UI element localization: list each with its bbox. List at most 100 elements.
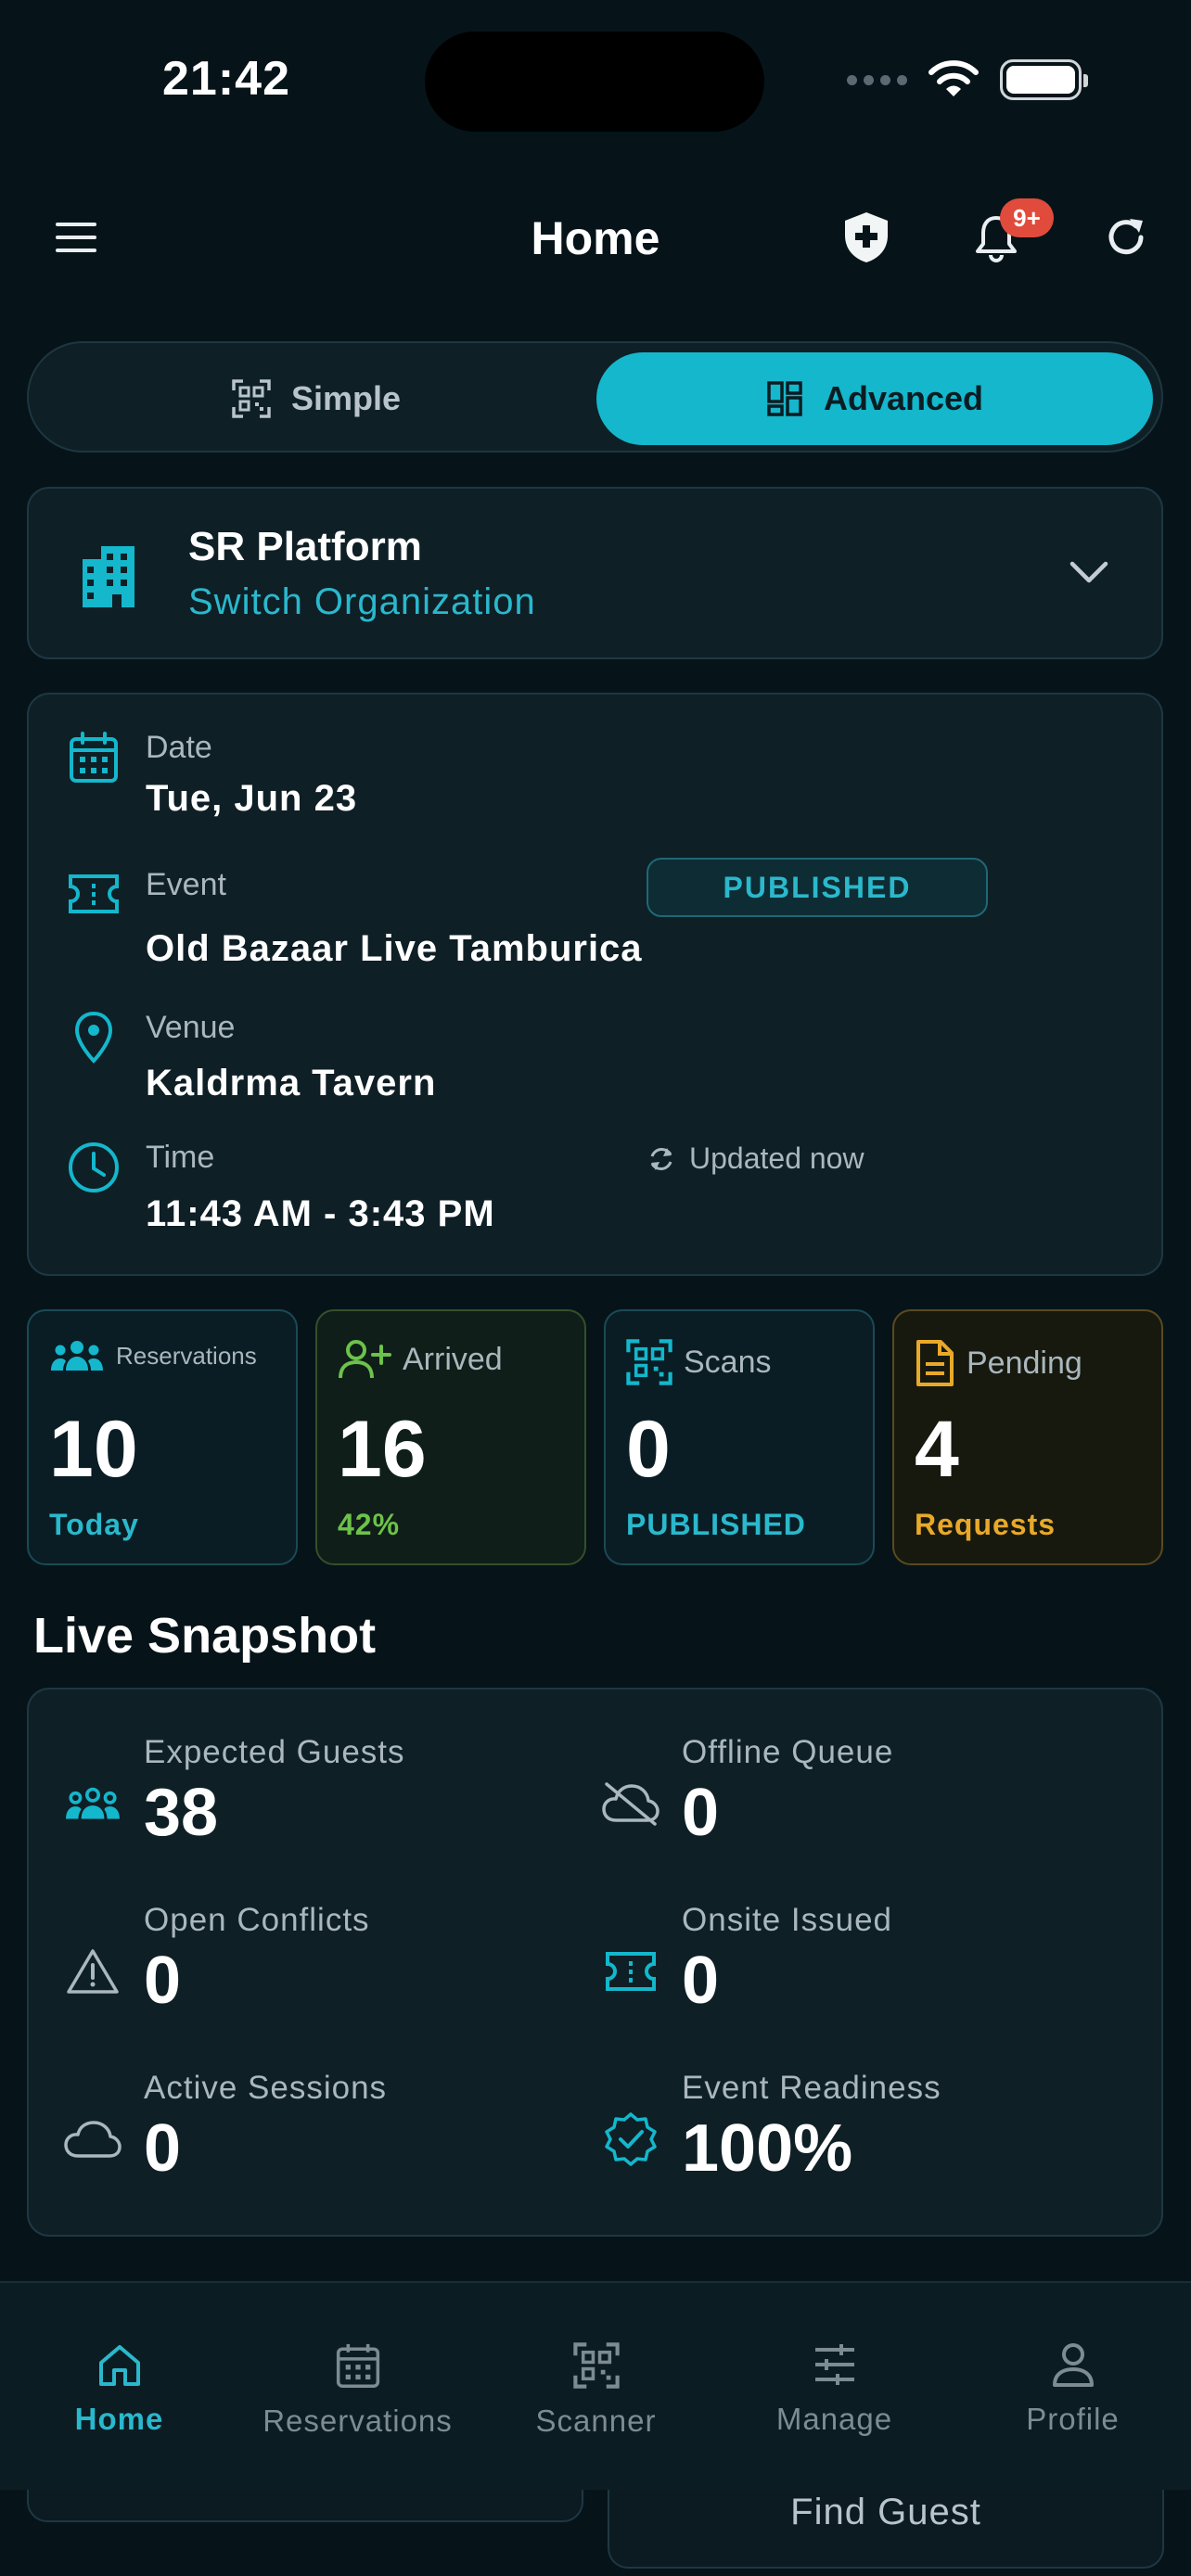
cloud-icon [62,2109,123,2170]
arrived-stat-tile[interactable]: Arrived 16 42% [315,1309,586,1565]
sync-icon [650,1147,672,1170]
qr-scan-icon [626,1339,672,1385]
home-screen: 21:42 Home 9+ Simple Advanced SR Platfor… [0,0,1191,2576]
snapshot-item: Expected Guests 38 [29,1734,548,1892]
simple-mode-label: Simple [290,379,402,417]
snapshot-value: 100% [682,2111,853,2186]
reservations-stat-tile[interactable]: Reservations 10 Today [27,1309,298,1565]
snapshot-label: Event Readiness [682,2070,941,2106]
snapshot-item: Event Readiness 100% [567,2070,1086,2227]
switch-organization-link[interactable]: Switch Organization [188,581,536,623]
snapshot-item: Offline Queue 0 [567,1734,1086,1892]
last-updated: Updated now [647,1141,864,1176]
tab-label: Scanner [535,2404,657,2438]
snapshot-label: Open Conflicts [144,1902,370,1938]
snapshot-label: Active Sessions [144,2070,388,2106]
venue-name: Kaldrma Tavern [146,1063,437,1103]
snapshot-item: Active Sessions 0 [29,2070,548,2227]
event-details-card: Date Tue, Jun 23 Event PUBLISHED Old Baz… [27,693,1163,1276]
stat-subtitle: PUBLISHED [626,1508,806,1541]
cloud-off-icon [600,1773,661,1834]
pending-stat-tile[interactable]: Pending 4 Requests [892,1309,1163,1565]
refresh-button[interactable] [1098,210,1154,265]
qr-scan-icon [572,2342,620,2389]
snapshot-item: Onsite Issued 0 [567,1902,1086,2060]
health-shield-button[interactable] [839,210,894,265]
battery-icon [1000,59,1088,100]
group-icon [62,1773,123,1834]
updated-label: Updated now [689,1141,864,1175]
stat-value: 16 [338,1405,427,1494]
tab-manage[interactable]: Manage [715,2342,954,2437]
stat-value: 10 [49,1405,138,1494]
ticket-icon [600,1941,661,2002]
snapshot-value: 38 [144,1776,219,1850]
stat-value: 0 [626,1405,671,1494]
snapshot-value: 0 [144,1944,182,2018]
dynamic-island [425,32,764,132]
advanced-mode-button[interactable]: Advanced [596,352,1153,445]
stat-label: Arrived [403,1341,503,1377]
time-value: 11:43 AM - 3:43 PM [146,1193,495,1234]
shield-plus-icon [845,212,888,262]
organization-switcher[interactable]: SR Platform Switch Organization [27,487,1163,659]
stat-value: 4 [915,1405,959,1494]
event-name: Old Bazaar Live Tamburica [146,928,643,969]
simple-mode-button[interactable]: Simple [38,352,595,445]
cellular-signal-icon [847,74,907,85]
notifications-button[interactable]: 9+ [968,198,1054,265]
tab-reservations[interactable]: Reservations [238,2342,477,2439]
calendar-icon [66,730,122,785]
tab-home[interactable]: Home [0,2342,238,2437]
date-value: Tue, Jun 23 [146,778,358,819]
refresh-icon [1108,219,1144,255]
stat-subtitle: Requests [915,1508,1057,1541]
tab-profile[interactable]: Profile [954,2342,1191,2437]
snapshot-label: Offline Queue [682,1734,894,1770]
status-bar: 21:42 [0,0,1191,158]
organization-name: SR Platform [188,524,422,569]
person-icon [1052,2343,1094,2387]
tab-scanner[interactable]: Scanner [477,2342,715,2439]
date-label: Date [146,730,212,765]
stat-label: Scans [684,1344,772,1380]
stat-label: Pending [967,1345,1082,1381]
dashboard-icon [767,381,802,416]
tab-label: Profile [1026,2402,1120,2436]
calendar-icon [336,2343,379,2389]
snapshot-value: 0 [144,2111,182,2186]
view-mode-toggle: Simple Advanced [27,341,1163,453]
stat-subtitle: 42% [338,1508,401,1541]
snapshot-label: Onsite Issued [682,1902,892,1938]
chevron-down-icon [1069,561,1108,583]
status-icons [847,59,1088,100]
notification-badge: 9+ [1000,198,1054,237]
tab-label: Home [74,2402,164,2436]
event-status-badge: PUBLISHED [647,858,988,917]
status-time: 21:42 [162,52,290,106]
app-header: Home 9+ [0,185,1191,287]
scans-stat-tile[interactable]: Scans 0 PUBLISHED [604,1309,875,1565]
sliders-icon [814,2344,854,2385]
stat-label: Reservations [116,1341,257,1370]
verified-badge-icon [600,2109,661,2170]
venue-label: Venue [146,1010,236,1045]
snapshot-label: Expected Guests [144,1734,405,1770]
document-icon [916,1340,954,1386]
live-snapshot-title: Live Snapshot [33,1608,377,1664]
qr-scan-icon [232,379,271,418]
tab-label: Reservations [263,2404,453,2438]
advanced-mode-label: Advanced [823,379,984,417]
snapshot-value: 0 [682,1944,720,2018]
location-pin-icon [66,1010,122,1065]
clock-icon [66,1140,122,1195]
bottom-tab-bar: Home Reservations Scanner Manage Profile [0,2281,1191,2490]
warning-icon [62,1941,123,2002]
snapshot-value: 0 [682,1776,720,1850]
group-icon [51,1341,103,1371]
home-icon [98,2345,140,2386]
event-label: Event [146,867,226,902]
live-snapshot-card: Expected Guests 38 Offline Queue 0 Open … [27,1688,1163,2237]
building-icon [83,546,134,607]
time-label: Time [146,1140,215,1175]
